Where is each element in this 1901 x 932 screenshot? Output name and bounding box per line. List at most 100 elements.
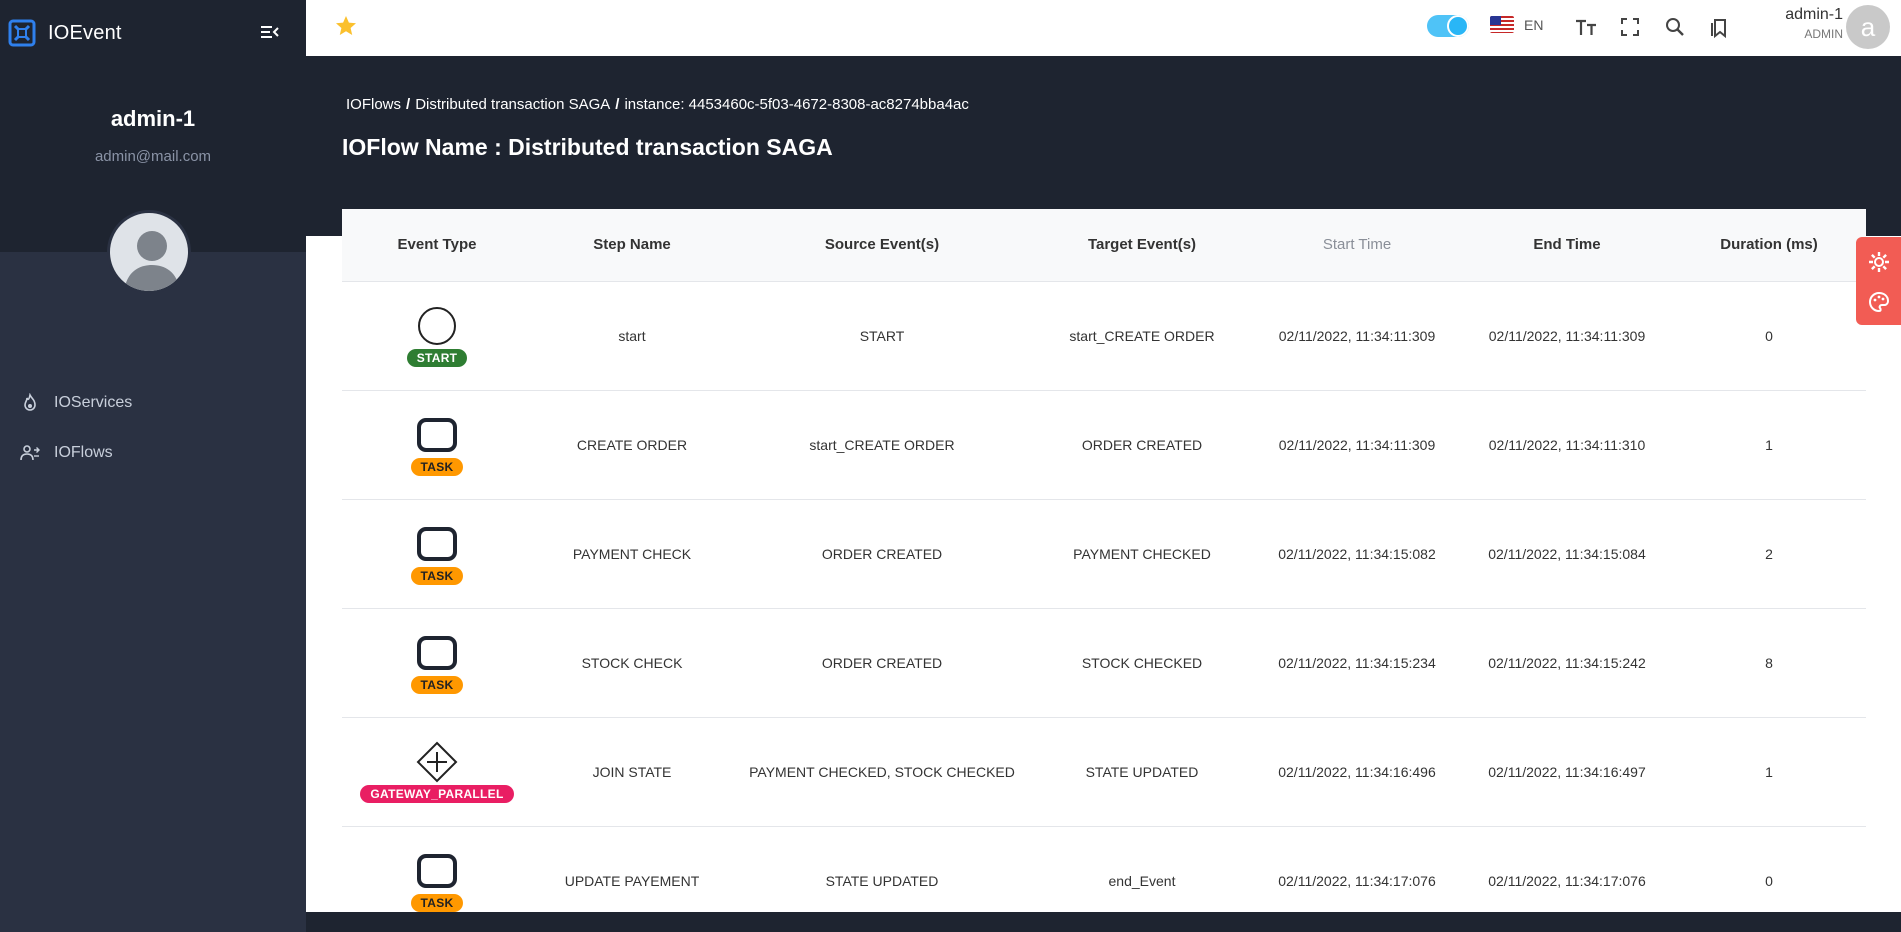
topbar-user-name: admin-1 — [1785, 6, 1843, 23]
breadcrumb: IOFlows / Distributed transaction SAGA / ins… — [346, 96, 969, 113]
toggle-knob — [1447, 15, 1469, 37]
event-type-cell: TASK — [342, 826, 532, 912]
event-type-cell: TASK — [342, 499, 532, 609]
fire-icon — [24, 393, 36, 411]
end-time-cell: 02/11/2022, 11:34:11:310 — [1462, 390, 1672, 500]
breadcrumb-separator: / — [406, 96, 411, 113]
duration-cell: 2 — [1672, 499, 1866, 609]
event-type-cell: GATEWAY_PARALLEL — [342, 717, 532, 827]
menu-collapse-icon[interactable] — [261, 22, 279, 42]
table-header-row: Event Type Step Name Source Event(s) Tar… — [342, 209, 1866, 282]
app-name: IOEvent — [48, 21, 122, 44]
event-type-badge: TASK — [410, 675, 464, 694]
sidebar-item-ioflows[interactable]: IOFlows — [0, 428, 306, 478]
font-size-icon[interactable] — [1574, 15, 1598, 39]
task-icon — [417, 526, 457, 561]
source-events-cell: STATE UPDATED — [732, 826, 1032, 912]
step-name-cell: start — [532, 281, 732, 391]
sidebar-nav: IOServices IOFlows — [0, 378, 306, 478]
header-event-type[interactable]: Event Type — [342, 209, 532, 282]
search-icon[interactable] — [1663, 15, 1687, 39]
user-silhouette-icon — [124, 231, 180, 291]
brand[interactable]: IOEvent — [8, 18, 122, 48]
step-name-cell: PAYMENT CHECK — [532, 499, 732, 609]
topbar-user-role: ADMIN — [1804, 27, 1843, 41]
topbar-avatar[interactable]: a — [1846, 5, 1890, 49]
step-name-cell: UPDATE PAYEMENT — [532, 826, 732, 912]
topbar-user-info[interactable]: admin-1 ADMIN — [1748, 6, 1843, 41]
header-source-events[interactable]: Source Event(s) — [732, 209, 1032, 282]
fullscreen-icon[interactable] — [1618, 15, 1642, 39]
avatar[interactable] — [107, 210, 191, 294]
header-end-time[interactable]: End Time — [1462, 209, 1672, 282]
start-time-cell: 02/11/2022, 11:34:16:496 — [1252, 717, 1462, 827]
header-step-name[interactable]: Step Name — [532, 209, 732, 282]
end-time-cell: 02/11/2022, 11:34:15:242 — [1462, 608, 1672, 718]
table-row[interactable]: TASK CREATE ORDER start_CREATE ORDER ORD… — [342, 390, 1866, 500]
footer-bar — [306, 912, 1901, 932]
sidebar-user-email: admin@mail.com — [94, 148, 212, 165]
target-events-cell: PAYMENT CHECKED — [1032, 499, 1252, 609]
settings-gear-icon[interactable] — [1868, 251, 1890, 273]
start-time-cell: 02/11/2022, 11:34:11:309 — [1252, 390, 1462, 500]
ioevent-logo-icon — [8, 19, 36, 47]
end-time-cell: 02/11/2022, 11:34:17:076 — [1462, 826, 1672, 912]
end-time-cell: 02/11/2022, 11:34:15:084 — [1462, 499, 1672, 609]
star-favorite-icon[interactable] — [334, 14, 358, 38]
duration-cell: 1 — [1672, 717, 1866, 827]
floating-tools-panel — [1856, 237, 1901, 325]
start-time-cell: 02/11/2022, 11:34:11:309 — [1252, 281, 1462, 391]
bookmarks-icon[interactable] — [1707, 15, 1731, 39]
task-icon — [417, 853, 457, 888]
main-content: IOFlows / Distributed transaction SAGA / ins… — [306, 56, 1901, 912]
language-code: EN — [1524, 16, 1544, 33]
source-events-cell: start_CREATE ORDER — [732, 390, 1032, 500]
sidebar-item-ioservices[interactable]: IOServices — [0, 378, 306, 428]
breadcrumb-separator: / — [615, 96, 620, 113]
palette-icon[interactable] — [1868, 291, 1890, 313]
start-time-cell: 02/11/2022, 11:34:15:082 — [1252, 499, 1462, 609]
target-events-cell: start_CREATE ORDER — [1032, 281, 1252, 391]
sidebar-user-name: admin-1 — [110, 106, 196, 131]
event-type-cell: TASK — [342, 608, 532, 718]
table-row[interactable]: TASK STOCK CHECK ORDER CREATED STOCK CHE… — [342, 608, 1866, 718]
event-type-badge: START — [406, 348, 468, 367]
instance-steps-table: Event Type Step Name Source Event(s) Tar… — [342, 209, 1866, 912]
table-row[interactable]: TASK UPDATE PAYEMENT STATE UPDATED end_E… — [342, 826, 1866, 912]
target-events-cell: STOCK CHECKED — [1032, 608, 1252, 718]
breadcrumb-item-ioflows[interactable]: IOFlows — [346, 96, 401, 113]
table-row[interactable]: TASK PAYMENT CHECK ORDER CREATED PAYMENT… — [342, 499, 1866, 609]
event-type-badge: TASK — [410, 566, 464, 585]
duration-cell: 0 — [1672, 826, 1866, 912]
duration-cell: 8 — [1672, 608, 1866, 718]
language-selector[interactable]: EN — [1490, 16, 1543, 33]
event-type-badge: TASK — [410, 893, 464, 912]
end-time-cell: 02/11/2022, 11:34:11:309 — [1462, 281, 1672, 391]
target-events-cell: STATE UPDATED — [1032, 717, 1252, 827]
us-flag-icon — [1490, 16, 1514, 33]
source-events-cell: START — [732, 281, 1032, 391]
source-events-cell: ORDER CREATED — [732, 499, 1032, 609]
table-row[interactable]: START start START start_CREATE ORDER 02/… — [342, 281, 1866, 391]
step-name-cell: CREATE ORDER — [532, 390, 732, 500]
duration-cell: 1 — [1672, 390, 1866, 500]
breadcrumb-item-flow[interactable]: Distributed transaction SAGA — [415, 96, 610, 113]
header-duration[interactable]: Duration (ms) — [1672, 209, 1866, 282]
header-target-events[interactable]: Target Event(s) — [1032, 209, 1252, 282]
parallel-gateway-icon — [416, 741, 458, 782]
theme-toggle[interactable] — [1427, 15, 1469, 37]
sidebar-item-label: IOFlows — [54, 444, 113, 461]
start-time-cell: 02/11/2022, 11:34:15:234 — [1252, 608, 1462, 718]
event-type-badge: GATEWAY_PARALLEL — [360, 784, 514, 803]
header-start-time[interactable]: Start Time — [1252, 209, 1462, 282]
target-events-cell: end_Event — [1032, 826, 1252, 912]
users-flow-icon — [20, 445, 40, 461]
start-time-cell: 02/11/2022, 11:34:17:076 — [1252, 826, 1462, 912]
topbar: EN admin-1 ADMIN a — [306, 0, 1901, 56]
event-type-cell: START — [342, 281, 532, 391]
table-row[interactable]: GATEWAY_PARALLEL JOIN STATE PAYMENT CHEC… — [342, 717, 1866, 827]
duration-cell: 0 — [1672, 281, 1866, 391]
event-type-cell: TASK — [342, 390, 532, 500]
step-name-cell: STOCK CHECK — [532, 608, 732, 718]
instance-steps-table-card: Event Type Step Name Source Event(s) Tar… — [342, 209, 1866, 912]
